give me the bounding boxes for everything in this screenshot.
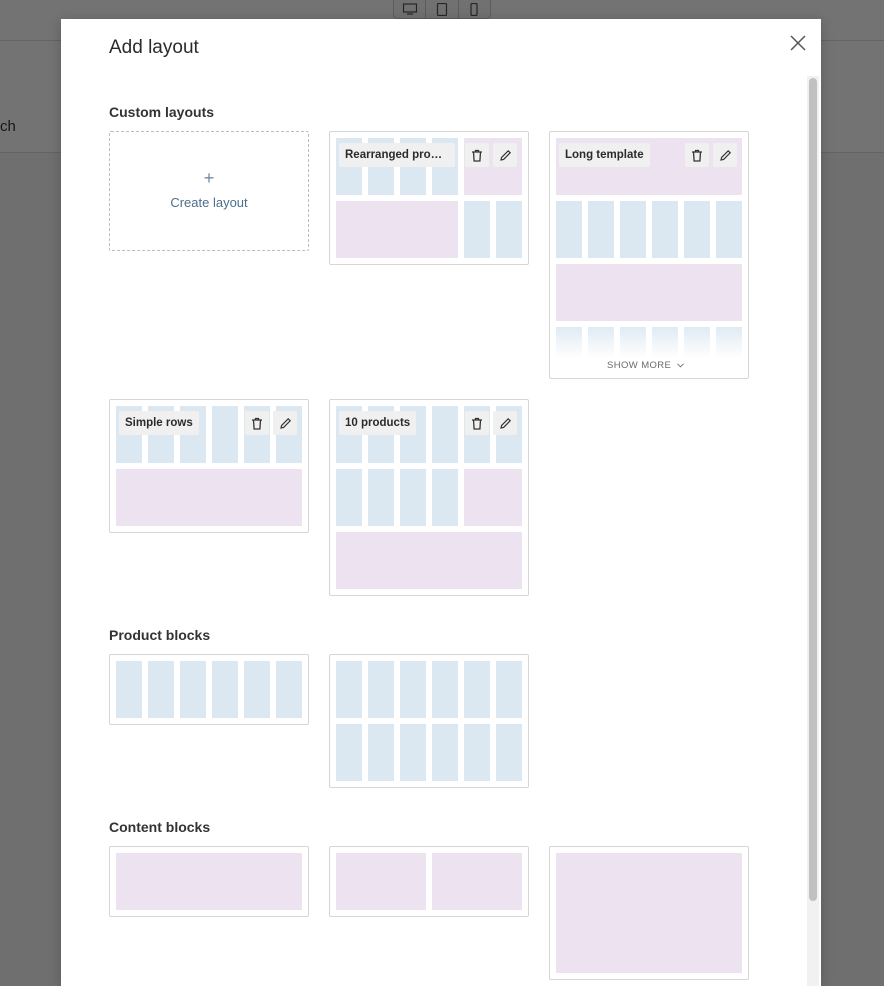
layout-name-label: 10 products <box>339 411 417 435</box>
section-title-custom-layouts: Custom layouts <box>109 104 215 120</box>
pencil-icon[interactable] <box>273 411 297 435</box>
content-block-full-width[interactable] <box>109 846 309 917</box>
pencil-icon[interactable] <box>713 143 737 167</box>
layout-name-label: Long template <box>559 143 650 167</box>
content-block <box>336 853 426 910</box>
create-layout-label: Create layout <box>170 195 248 210</box>
product-block <box>368 661 394 718</box>
product-block <box>432 724 458 781</box>
add-layout-modal: Add layout Custom layouts + Create layou… <box>61 19 821 986</box>
layout-card-rearranged-products[interactable]: Rearranged produ... <box>329 131 529 265</box>
content-block <box>116 469 302 526</box>
modal-title: Add layout <box>109 37 199 58</box>
product-block <box>588 201 614 258</box>
trash-icon[interactable] <box>465 143 489 167</box>
product-block <box>496 201 522 258</box>
trash-icon[interactable] <box>685 143 709 167</box>
pencil-icon[interactable] <box>493 143 517 167</box>
close-icon[interactable] <box>788 33 808 53</box>
product-block <box>400 661 426 718</box>
product-block <box>116 661 142 718</box>
product-block <box>496 724 522 781</box>
content-block-two-columns[interactable] <box>329 846 529 917</box>
trash-icon[interactable] <box>465 411 489 435</box>
chevron-down-icon <box>677 363 685 368</box>
trash-icon[interactable] <box>245 411 269 435</box>
content-block-tall[interactable] <box>549 846 749 980</box>
pencil-icon[interactable] <box>493 411 517 435</box>
layout-card-long-template[interactable]: SHOW MORE Long template <box>549 131 749 379</box>
layout-name-label: Rearranged produ... <box>339 143 455 167</box>
product-block <box>432 469 458 526</box>
show-more-button[interactable]: SHOW MORE <box>607 360 685 371</box>
section-title-content-blocks: Content blocks <box>109 819 211 835</box>
product-block <box>652 201 678 258</box>
section-title-product-blocks: Product blocks <box>109 627 211 643</box>
product-block <box>716 201 742 258</box>
layout-card-simple-rows[interactable]: Simple rows <box>109 399 309 533</box>
content-block <box>336 532 522 589</box>
product-block <box>368 724 394 781</box>
layout-name-label: Simple rows <box>119 411 199 435</box>
content-block <box>464 469 522 526</box>
product-block <box>180 661 206 718</box>
content-block <box>556 853 742 973</box>
product-block <box>432 406 458 463</box>
product-block-one-row[interactable] <box>109 654 309 725</box>
product-block <box>368 469 394 526</box>
product-block <box>556 201 582 258</box>
product-block <box>464 201 490 258</box>
product-block <box>496 661 522 718</box>
show-more-label: SHOW MORE <box>607 360 672 371</box>
product-block <box>276 661 302 718</box>
content-block <box>336 201 458 258</box>
product-block-two-rows[interactable] <box>329 654 529 788</box>
product-block <box>400 724 426 781</box>
scrollbar-thumb[interactable] <box>809 78 817 901</box>
product-block <box>336 661 362 718</box>
product-block <box>464 661 490 718</box>
product-block <box>244 661 270 718</box>
create-layout-button[interactable]: + Create layout <box>109 131 309 251</box>
product-block <box>336 724 362 781</box>
product-block <box>336 469 362 526</box>
product-block <box>464 724 490 781</box>
product-block <box>620 201 646 258</box>
content-block <box>556 264 742 321</box>
layout-card-10-products[interactable]: 10 products <box>329 399 529 596</box>
plus-icon: + <box>203 168 215 188</box>
product-block <box>684 201 710 258</box>
content-block <box>432 853 522 910</box>
content-block <box>116 853 302 910</box>
product-block <box>432 661 458 718</box>
product-block <box>148 661 174 718</box>
product-block <box>212 661 238 718</box>
product-block <box>400 469 426 526</box>
product-block <box>212 406 238 463</box>
